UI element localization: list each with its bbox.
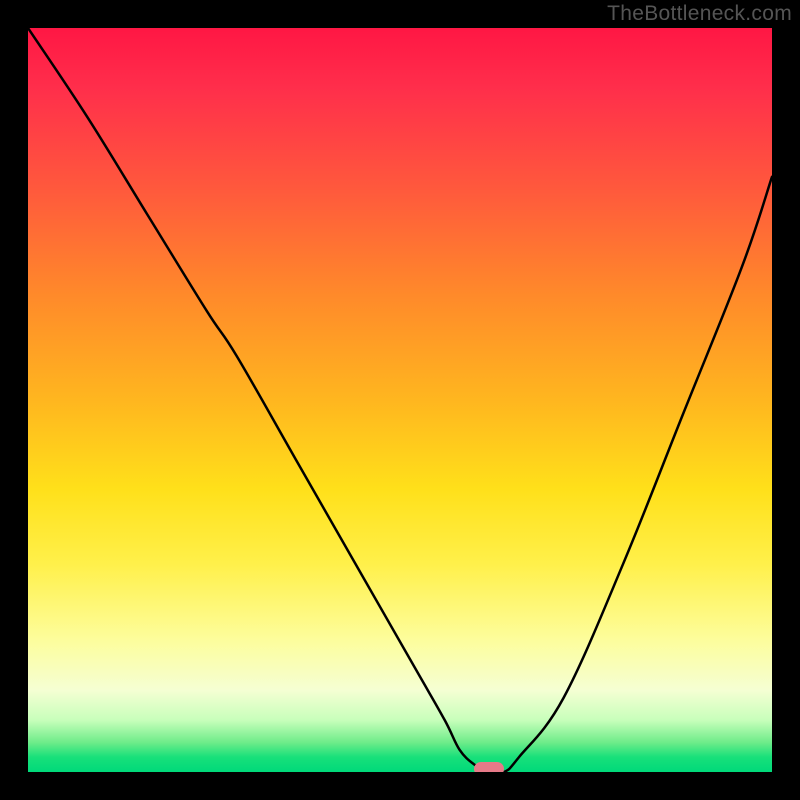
optimal-marker [474,762,504,772]
bottleneck-curve [28,28,772,772]
plot-area [28,28,772,772]
chart-frame: TheBottleneck.com [0,0,800,800]
watermark-text: TheBottleneck.com [607,2,792,26]
